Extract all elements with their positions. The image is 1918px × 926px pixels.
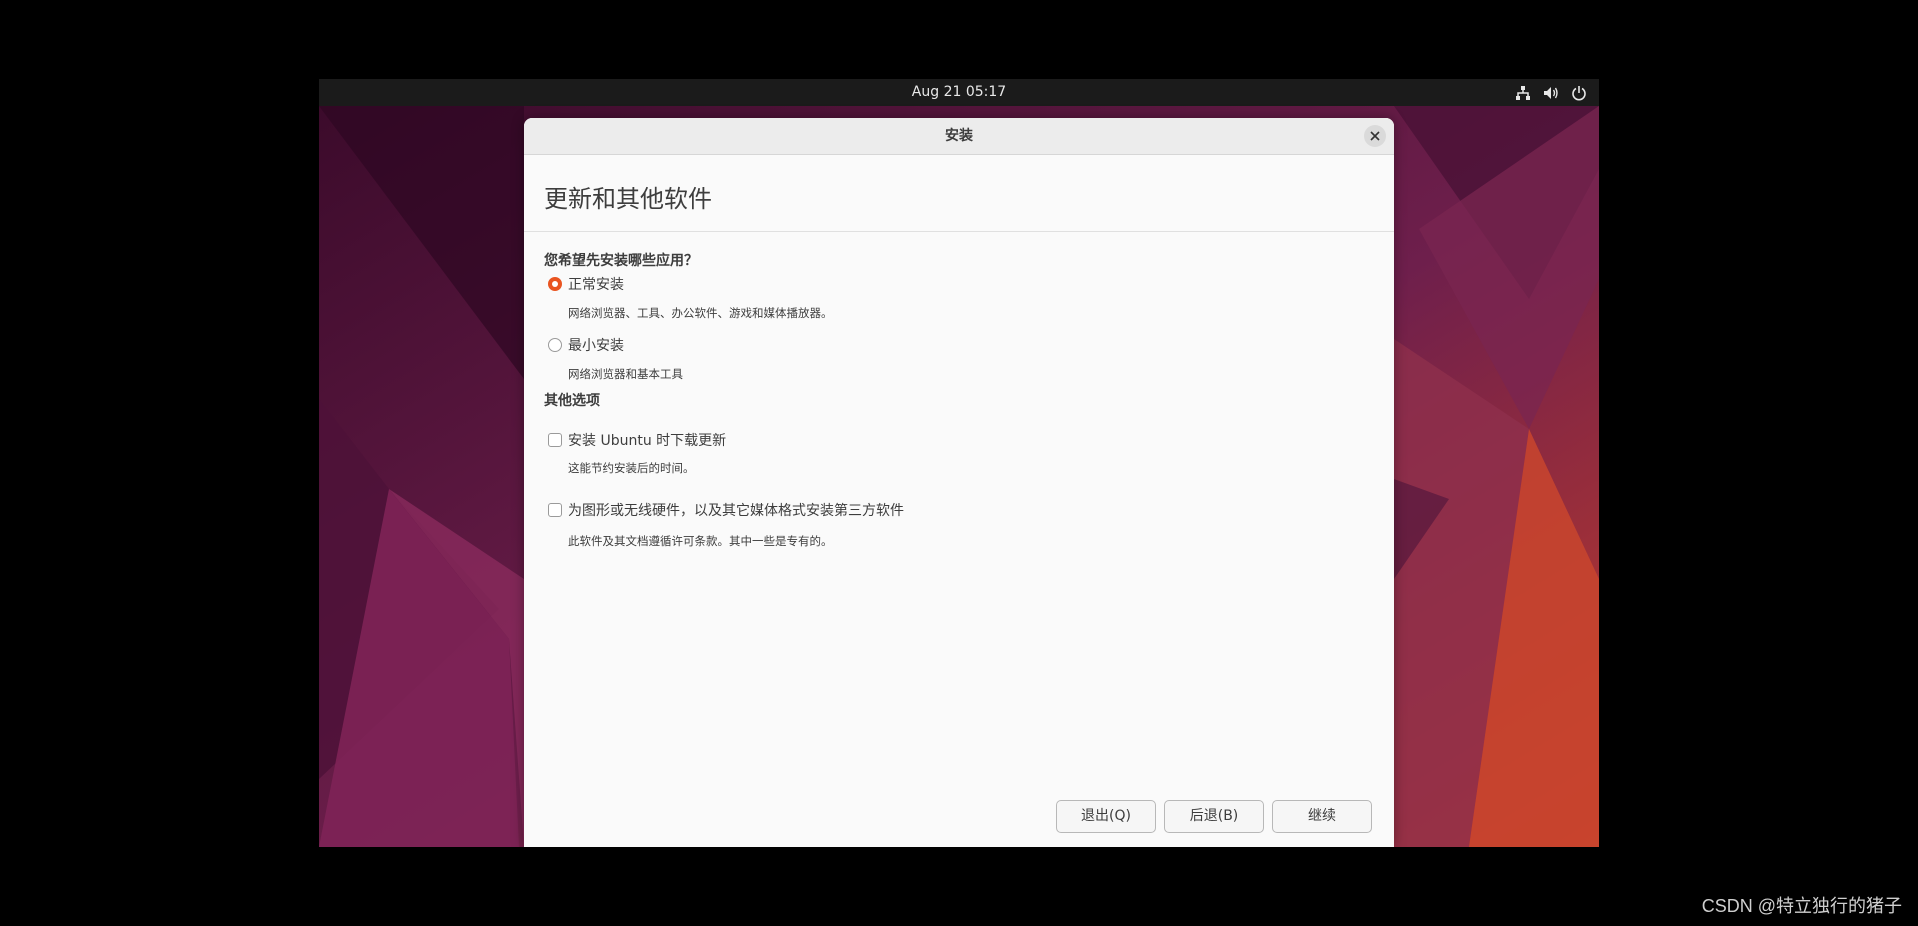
system-tray[interactable] bbox=[1515, 83, 1587, 102]
power-icon[interactable] bbox=[1571, 85, 1587, 101]
quit-button[interactable]: 退出(Q) bbox=[1056, 800, 1156, 833]
close-button[interactable] bbox=[1364, 125, 1386, 147]
radio-selected-icon[interactable] bbox=[548, 277, 562, 291]
third-party-label: 为图形或无线硬件，以及其它媒体格式安装第三方软件 bbox=[568, 503, 904, 519]
watermark: CSDN @特立独行的猪子 bbox=[1701, 896, 1902, 916]
top-bar: Aug 21 05:17 bbox=[319, 79, 1599, 106]
other-options-label: 其他选项 bbox=[544, 393, 600, 409]
install-question-label: 您希望先安装哪些应用？ bbox=[544, 253, 698, 269]
minimal-install-radio[interactable]: 最小安装 bbox=[548, 335, 624, 355]
third-party-checkbox[interactable]: 为图形或无线硬件，以及其它媒体格式安装第三方软件 bbox=[548, 500, 904, 520]
network-icon[interactable] bbox=[1515, 85, 1531, 101]
window-titlebar[interactable]: 安装 bbox=[524, 118, 1394, 155]
clock[interactable]: Aug 21 05:17 bbox=[319, 79, 1599, 106]
checkbox-icon[interactable] bbox=[548, 503, 562, 517]
minimal-install-desc: 网络浏览器和基本工具 bbox=[568, 367, 683, 381]
radio-unselected-icon[interactable] bbox=[548, 338, 562, 352]
installer-window: 安装 更新和其他软件 您希望先安装哪些应用？ 正常安装 网络浏览器、工具、办公软… bbox=[524, 118, 1394, 847]
close-icon bbox=[1370, 131, 1380, 141]
volume-icon[interactable] bbox=[1543, 85, 1559, 101]
page-header: 更新和其他软件 bbox=[524, 155, 1394, 232]
download-updates-checkbox[interactable]: 安装 Ubuntu 时下载更新 bbox=[548, 430, 726, 450]
page-title: 更新和其他软件 bbox=[544, 185, 712, 213]
download-updates-desc: 这能节约安装后的时间。 bbox=[568, 461, 695, 475]
continue-button[interactable]: 继续 bbox=[1272, 800, 1372, 833]
window-title: 安装 bbox=[945, 128, 973, 144]
minimal-install-label: 最小安装 bbox=[568, 338, 624, 354]
download-updates-label: 安装 Ubuntu 时下载更新 bbox=[568, 433, 727, 449]
third-party-desc: 此软件及其文档遵循许可条款。其中一些是专有的。 bbox=[568, 534, 833, 548]
back-button[interactable]: 后退(B) bbox=[1164, 800, 1264, 833]
normal-install-label: 正常安装 bbox=[568, 277, 624, 293]
checkbox-icon[interactable] bbox=[548, 433, 562, 447]
desktop-screen: Aug 21 05:17 安装 更新和其他软件 您希望先安装哪些应用？ 正常安装… bbox=[319, 79, 1599, 847]
normal-install-radio[interactable]: 正常安装 bbox=[548, 274, 624, 294]
normal-install-desc: 网络浏览器、工具、办公软件、游戏和媒体播放器。 bbox=[568, 306, 833, 320]
